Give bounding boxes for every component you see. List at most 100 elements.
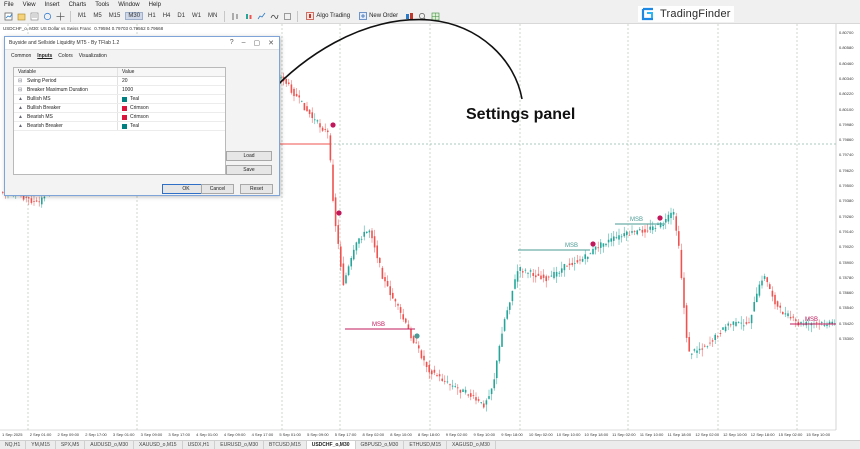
color-swatch[interactable] [122,96,127,102]
new-order-button[interactable]: New Order [356,11,401,22]
indicators-icon[interactable] [269,11,279,21]
line-chart-icon[interactable] [256,11,266,21]
msb-label: MSB [630,217,643,223]
color-swatch[interactable] [122,123,127,129]
timeframe-m1[interactable]: M1 [76,13,88,19]
chart-tab[interactable]: XAUUSD_o,M15 [134,440,183,449]
input-value[interactable]: Crimson [130,114,149,120]
grid-icon[interactable] [430,11,440,21]
color-swatch[interactable] [122,105,127,111]
candle-body [628,234,631,236]
candle-body [441,378,443,381]
timeframe-m5[interactable]: M5 [91,13,103,19]
chart-tab[interactable]: AUDUSD_o,M30 [85,440,135,449]
input-row[interactable]: ▲ Bearish MS Crimson [14,113,225,122]
zoom-in-icon[interactable] [417,11,427,21]
market-watch-icon[interactable] [29,11,39,21]
crosshair-icon[interactable] [55,11,65,21]
candle-body [28,197,30,199]
chart-tab[interactable]: USDCHF_o,M30 [306,440,356,449]
menu-tools[interactable]: Tools [95,2,109,8]
column-value: Value [122,69,135,75]
candle-body [737,322,740,324]
time-tick-label: 12 Sep 02:00 [695,432,720,437]
algo-trading-button[interactable]: Algo Trading [303,11,353,22]
input-value[interactable]: Teal [130,96,139,102]
input-row[interactable]: ▲ Bearish Breaker Teal [14,122,225,131]
candle-body [483,403,485,408]
candle-body [405,318,407,323]
candle-body [761,280,763,286]
input-value[interactable]: 1000 [122,87,133,93]
chart-tab[interactable]: EURUSD_o,M30 [215,440,265,449]
price-tick-label: 0.80460 [839,60,854,66]
chart-tab[interactable]: USDX,H1 [183,440,216,449]
help-icon[interactable]: ? [230,39,234,47]
tab-colors[interactable]: Colors [58,53,72,60]
input-row[interactable]: ⊟ Swing Period 20 [14,77,225,86]
tab-visualization[interactable]: Visualization [79,53,107,60]
candle-body [350,258,352,267]
chart-tab[interactable]: NQ,H1 [0,440,27,449]
cancel-button[interactable]: Cancel [201,184,234,194]
candle-body [342,263,345,286]
chart-tab[interactable]: XAGUSD_o,M30 [447,440,496,449]
candle-body [449,384,451,386]
timeframe-mn[interactable]: MN [206,13,219,19]
new-chart-icon[interactable] [3,11,13,21]
candle-body [709,342,711,344]
input-value[interactable]: Teal [130,123,139,129]
input-value[interactable]: Crimson [130,105,149,111]
input-row[interactable]: ⊟ Breaker Maximum Duration 1000 [14,86,225,95]
minimize-icon[interactable]: – [242,39,246,47]
chart-tab[interactable]: ETHUSD,M15 [404,440,448,449]
menu-window[interactable]: Window [118,2,139,8]
input-row[interactable]: ▲ Bullish Breaker Crimson [14,104,225,113]
swing-point-marker [330,122,336,128]
menu-insert[interactable]: Insert [45,2,60,8]
candle-body [537,273,540,276]
chart-tab[interactable]: SPX,M5 [56,440,86,449]
timeframe-h1[interactable]: H1 [146,13,158,19]
navigator-icon[interactable] [42,11,52,21]
close-icon[interactable]: ✕ [268,39,274,47]
candle-body [753,302,755,312]
menu-help[interactable]: Help [149,2,161,8]
input-row[interactable]: ▲ Bullish MS Teal [14,95,225,104]
candle-body [740,322,742,324]
candle-body [675,216,677,231]
candlestick-icon[interactable] [243,11,253,21]
timeframe-h4[interactable]: H4 [161,13,173,19]
depth-of-market-icon[interactable] [404,11,414,21]
candle-body [444,380,446,382]
objects-icon[interactable] [282,11,292,21]
input-value[interactable]: 20 [122,78,128,84]
timeframe-m30[interactable]: M30 [125,12,144,20]
reset-button[interactable]: Reset [240,184,273,194]
maximize-icon[interactable]: ▢ [254,39,261,47]
bar-chart-icon[interactable] [230,11,240,21]
menu-file[interactable]: File [4,2,14,8]
menu-charts[interactable]: Charts [69,2,87,8]
save-button[interactable]: Save [226,165,272,175]
chart-tab[interactable]: BTCUSD,M15 [264,440,307,449]
tab-common[interactable]: Common [11,53,31,60]
candle-body [571,262,573,265]
profiles-icon[interactable] [16,11,26,21]
candle-body [685,305,688,338]
candle-body [763,276,766,279]
timeframe-m15[interactable]: M15 [107,13,123,19]
candle-body [358,238,360,244]
tab-inputs[interactable]: Inputs [37,53,52,60]
menu-view[interactable]: View [23,2,36,8]
timeframe-w1[interactable]: W1 [190,13,203,19]
candle-body [558,272,560,274]
color-swatch[interactable] [122,114,127,120]
chart-tab[interactable]: GBPUSD_o,M30 [356,440,405,449]
load-button[interactable]: Load [226,151,272,161]
chart-tab[interactable]: YM,M15 [26,440,56,449]
candle-body [574,263,576,265]
dialog-titlebar[interactable]: Buyside and Sellside Liquidity MT5 - By … [5,37,279,50]
price-tick-label: 0.80340 [839,75,854,81]
timeframe-d1[interactable]: D1 [175,13,187,19]
